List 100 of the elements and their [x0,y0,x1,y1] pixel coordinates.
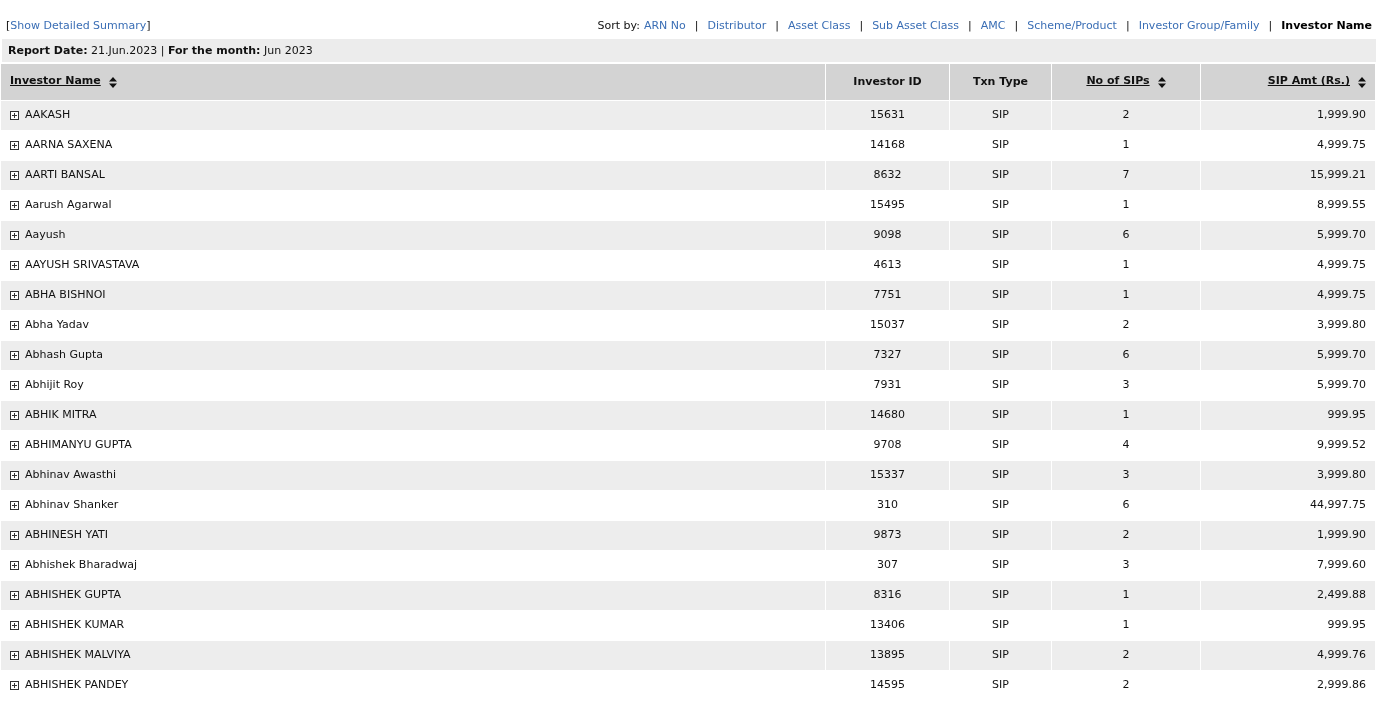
table-cell: 4613 [873,258,902,272]
table-cell: 9,999.52 [1317,438,1366,452]
separator-text: | [1268,18,1273,34]
table-cell: 2,499.88 [1317,588,1366,602]
column-header-cell[interactable]: Investor Name [1,64,825,100]
table-cell: SIP [992,108,1009,122]
table-cell: 4,999.76 [1317,648,1366,662]
table-cell: 6 [1122,228,1130,242]
table-cell: 1 [1122,288,1130,302]
table-cell: SIP [992,678,1009,692]
investor-name: AAKASH [25,107,71,121]
show-detailed-summary-link[interactable]: Show Detailed Summary [10,19,147,32]
table-cell: 7751 [873,288,902,302]
table-cell: 3,999.80 [1317,318,1366,332]
table-cell: SIP [992,318,1009,332]
investor-name: Abhinav Awasthi [25,467,117,481]
table-cell: SIP [992,228,1009,242]
investor-name: Aarush Agarwal [25,197,112,211]
table-cell: 2 [1122,528,1130,542]
table-cell: SIP [992,618,1009,632]
table-cell: 2 [1122,318,1130,332]
table-cell: SIP [992,468,1009,482]
separator-text: | [1014,18,1019,34]
table-cell: SIP [992,528,1009,542]
separator-text: | [968,18,972,34]
table-cell: 1 [1122,408,1130,422]
table-cell: 9708 [873,438,902,452]
report-info: Report Date: 21.Jun.2023 | For the month: Jun 2023 [8,44,313,57]
investor-name: AARNA SAXENA [25,137,113,151]
investor-name: AAYUSH SRIVASTAVA [25,257,140,271]
separator-text: | [694,18,699,34]
table-cell: 15631 [870,108,905,122]
table-cell: 1 [1122,138,1130,152]
table-cell: 2 [1122,678,1130,692]
table-cell: SIP [992,378,1009,392]
sort-option[interactable]: Distributor [707,18,767,35]
table-cell: 1 [1122,618,1130,632]
table-cell: 1,999.90 [1317,108,1366,122]
table-cell: SIP [992,168,1009,182]
sort-option[interactable]: Asset Class [787,18,851,35]
table-cell: SIP [992,198,1009,212]
table-cell: 3 [1122,468,1130,482]
table-cell: 4,999.75 [1317,288,1366,302]
table-cell: 5,999.70 [1317,348,1366,362]
separator-text: | [775,18,779,34]
table-cell: 14595 [870,678,905,692]
separator-text: | [859,18,864,34]
table-cell: 1 [1122,198,1130,212]
table-cell: SIP [992,138,1009,152]
table-cell: 999.95 [1327,618,1366,632]
investor-name: ABHIMANYU GUPTA [25,437,132,451]
table-cell: SIP [992,348,1009,362]
table-cell: 310 [877,498,898,512]
table-cell: 2,999.86 [1317,678,1366,692]
table-cell: 14168 [870,138,905,152]
table-cell: 999.95 [1327,408,1366,422]
table-cell: 1 [1122,588,1130,602]
table-cell: 8316 [873,588,902,602]
table-cell: 4 [1122,438,1130,452]
table-cell: 8632 [873,168,902,182]
investor-name: ABHA BISHNOI [25,287,106,301]
investor-name: ABHINESH YATI [25,527,108,541]
investor-name: Abhash Gupta [25,347,103,361]
column-header-cell: Txn Type [950,64,1051,100]
table-cell: 307 [877,558,898,572]
table-cell: 1,999.90 [1317,528,1366,542]
table-cell: 13406 [870,618,905,632]
table-cell: 14680 [870,408,905,422]
table-cell: SIP [992,648,1009,662]
table-cell: 15337 [870,468,905,482]
table-cell: SIP [992,288,1009,302]
sort-option[interactable]: Investor Group/Family [1138,18,1260,35]
table-cell: 15037 [870,318,905,332]
summary-link-text: [Show Detailed Summary] [6,18,151,34]
sort-option[interactable]: Sub Asset Class [872,18,960,35]
investor-name: AARTI BANSAL [25,167,105,181]
sort-option[interactable]: AMC [980,18,1006,35]
table-cell: 4,999.75 [1317,138,1366,152]
table-cell: SIP [992,438,1009,452]
table-cell: 3 [1122,378,1130,392]
sort-option[interactable]: Scheme/Product [1027,18,1117,35]
investor-name: ABHISHEK KUMAR [25,617,125,631]
table-cell: 5,999.70 [1317,378,1366,392]
sort-option[interactable]: Investor Name [1281,18,1372,35]
investor-name: ABHISHEK GUPTA [25,587,122,601]
table-cell: 3 [1122,558,1130,572]
sort-option[interactable]: ARN No [643,18,686,35]
table-cell: 9873 [873,528,902,542]
table-cell: 7327 [873,348,902,362]
table-cell: SIP [992,558,1009,572]
table-cell: SIP [992,408,1009,422]
table-cell: 9098 [873,228,902,242]
column-header-cell[interactable]: No of SIPs [1052,64,1200,100]
table-cell: SIP [992,258,1009,272]
table-cell: 6 [1122,498,1130,512]
column-header-cell[interactable]: SIP Amt (Rs.) [1201,64,1375,100]
investor-name: Abha Yadav [25,317,89,331]
table-cell: 15,999.21 [1310,168,1366,182]
column-header-cell: Investor ID [826,64,949,100]
table-cell: 6 [1122,348,1130,362]
